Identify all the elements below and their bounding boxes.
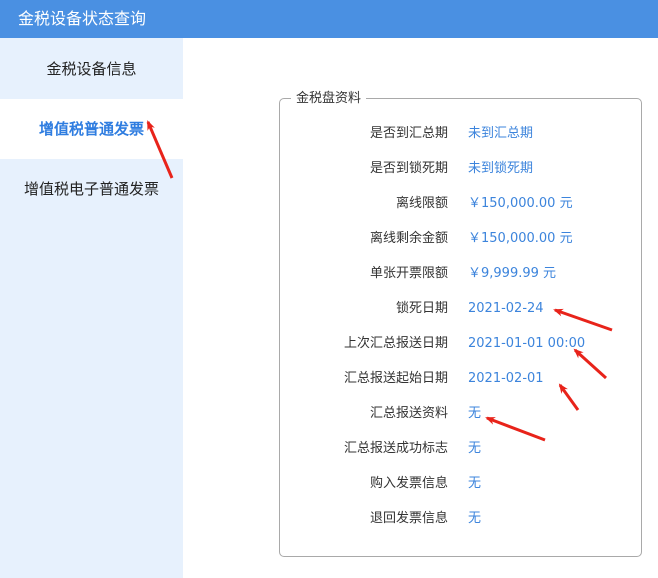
row-label-offline-limit: 离线限额 [395, 196, 448, 211]
row-value-single-invoice-limit: ￥9,999.99 元 [468, 266, 557, 281]
row-value-summary-start-date: 2021-02-01 [468, 371, 544, 386]
row-value-lock-period: 未到锁死期 [468, 161, 534, 176]
row-value-summary-success-flag: 无 [468, 441, 482, 456]
row-label-purchased-invoice-info: 购入发票信息 [369, 476, 448, 491]
row-value-last-summary-date: 2021-01-01 00:00 [468, 336, 586, 351]
row-value-purchased-invoice-info: 无 [468, 476, 482, 491]
row-value-lock-date: 2021-02-24 [468, 301, 544, 316]
sidebar-item-vat-general-invoice[interactable]: 增值税普通发票 [0, 99, 183, 159]
sidebar: 金税设备信息 增值税普通发票 增值税电子普通发票 [0, 38, 183, 578]
row-value-offline-remaining: ￥150,000.00 元 [468, 231, 573, 246]
sidebar-item-device-info[interactable]: 金税设备信息 [0, 39, 183, 99]
window-title: 金税设备状态查询 [0, 0, 658, 38]
row-value-summary-data: 无 [468, 406, 482, 421]
row-label-summary-period: 是否到汇总期 [369, 126, 448, 141]
row-label-lock-period: 是否到锁死期 [369, 161, 448, 176]
sidebar-item-vat-electronic-invoice[interactable]: 增值税电子普通发票 [0, 159, 183, 219]
row-label-summary-success-flag: 汇总报送成功标志 [343, 441, 448, 456]
panel-legend: 金税盘资料 [291, 91, 367, 107]
row-label-offline-remaining: 离线剩余金额 [369, 231, 448, 246]
row-label-summary-data: 汇总报送资料 [369, 406, 448, 421]
row-label-lock-date: 锁死日期 [395, 301, 448, 316]
row-value-returned-invoice-info: 无 [468, 511, 482, 526]
row-label-last-summary-date: 上次汇总报送日期 [343, 336, 448, 351]
row-value-summary-period: 未到汇总期 [468, 126, 534, 141]
row-value-offline-limit: ￥150,000.00 元 [468, 196, 573, 211]
row-label-returned-invoice-info: 退回发票信息 [369, 511, 448, 526]
row-label-single-invoice-limit: 单张开票限额 [369, 266, 448, 281]
row-label-summary-start-date: 汇总报送起始日期 [343, 371, 448, 386]
